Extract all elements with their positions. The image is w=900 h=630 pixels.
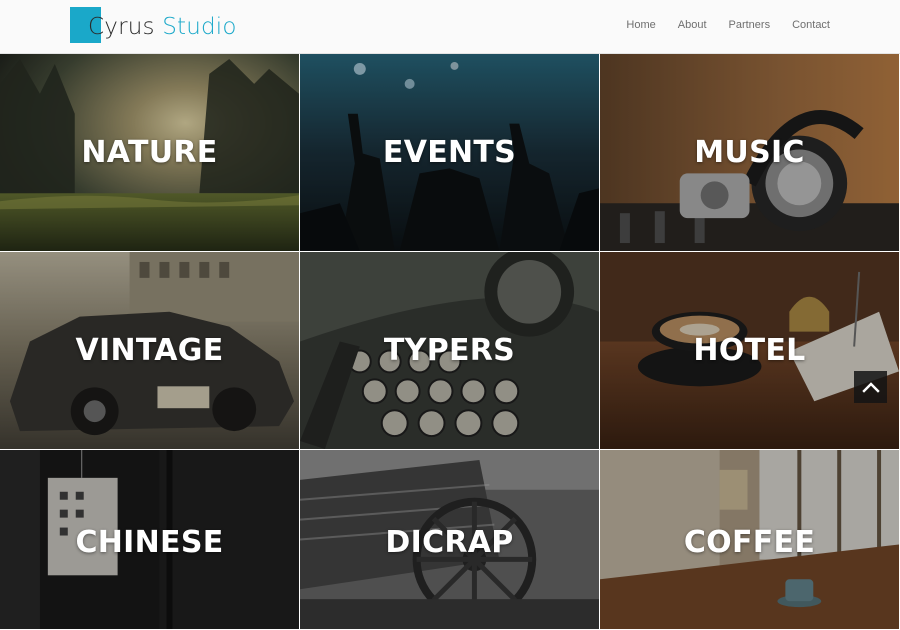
tile-label: HOTEL (693, 332, 806, 368)
portfolio-grid: NATURE EVENTS MUSIC VINTAGE TYPERS HOTEL… (0, 54, 900, 630)
tile-label: TYPERS (383, 332, 516, 368)
logo-text: Cyrus Studio (88, 14, 237, 40)
tile-music[interactable]: MUSIC (600, 54, 900, 252)
tile-label: COFFEE (683, 524, 816, 560)
tile-chinese[interactable]: CHINESE (0, 450, 300, 630)
nav-about[interactable]: About (678, 19, 707, 31)
tile-label: NATURE (81, 134, 218, 170)
tile-label: VINTAGE (75, 332, 224, 368)
tile-label: CHINESE (75, 524, 224, 560)
tile-hotel[interactable]: HOTEL (600, 252, 900, 450)
nav-contact[interactable]: Contact (792, 19, 830, 31)
tile-label: MUSIC (694, 134, 805, 170)
chevron-up-icon (861, 382, 880, 393)
logo-word-2: Studio (162, 14, 237, 40)
tile-label: DICRAP (385, 524, 514, 560)
nav-home[interactable]: Home (626, 19, 655, 31)
nav-partners[interactable]: Partners (729, 19, 771, 31)
tile-dicrap[interactable]: DICRAP (300, 450, 600, 630)
logo[interactable]: Cyrus Studio (70, 7, 236, 45)
logo-word-1: Cyrus (88, 14, 155, 40)
main-nav: Home About Partners Contact (626, 19, 830, 31)
tile-coffee[interactable]: COFFEE (600, 450, 900, 630)
tile-nature[interactable]: NATURE (0, 54, 300, 252)
tile-vintage[interactable]: VINTAGE (0, 252, 300, 450)
tile-typers[interactable]: TYPERS (300, 252, 600, 450)
tile-events[interactable]: EVENTS (300, 54, 600, 252)
site-header: Cyrus Studio Home About Partners Contact (0, 0, 900, 54)
tile-label: EVENTS (382, 134, 517, 170)
back-to-top-button[interactable] (854, 371, 887, 403)
